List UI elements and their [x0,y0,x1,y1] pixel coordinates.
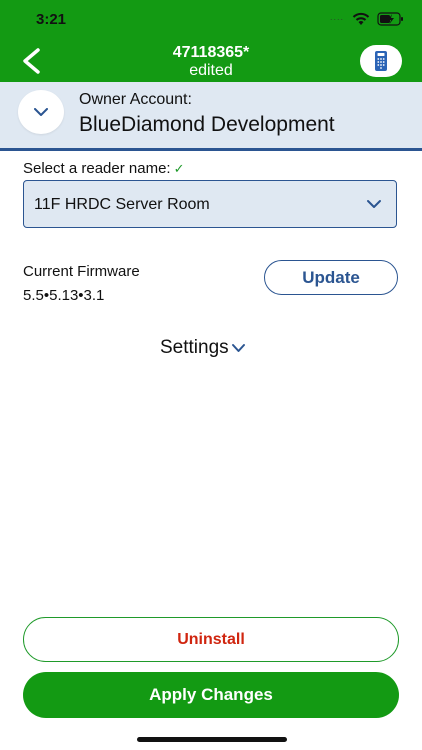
owner-account-bar: Owner Account: BlueDiamond Development [0,82,422,151]
chevron-down-icon [34,107,48,116]
page-subtitle: edited [189,62,233,79]
owner-account-name: BlueDiamond Development [79,113,335,136]
page-title: 47118365* [172,44,250,61]
settings-label: Settings [160,337,229,358]
wifi-icon [352,12,370,25]
firmware-version: 5.5•5.13•3.1 [23,287,105,304]
uninstall-button[interactable]: Uninstall [23,617,399,662]
back-arrow-icon [23,48,40,74]
owner-account-label: Owner Account: [79,91,192,108]
owner-toggle-button[interactable] [18,90,64,134]
chevron-down-icon [367,200,381,208]
check-icon: ✓ [173,161,185,176]
battery-charging-icon [377,12,403,26]
back-button[interactable] [14,44,48,78]
home-indicator [137,737,287,742]
app-header: 3:21 .... 47118365* edited [0,0,422,82]
chevron-down-icon [231,344,245,352]
device-button[interactable] [360,45,402,77]
current-firmware-label: Current Firmware [23,263,140,280]
settings-toggle[interactable]: Settings [160,336,246,360]
status-time: 3:21 [36,11,67,28]
apply-changes-button[interactable]: Apply Changes [23,672,399,718]
reader-name-value: 11F HRDC Server Room [34,196,210,213]
update-button[interactable]: Update [264,260,398,295]
signal-dots: .... [330,12,345,22]
header-title-block: 47118365* edited [110,44,312,80]
device-reader-icon [375,51,387,71]
reader-name-label-text: Select a reader name: [23,160,171,177]
reader-name-label: Select a reader name: ✓ [23,160,185,177]
reader-name-select[interactable]: 11F HRDC Server Room [23,180,397,228]
